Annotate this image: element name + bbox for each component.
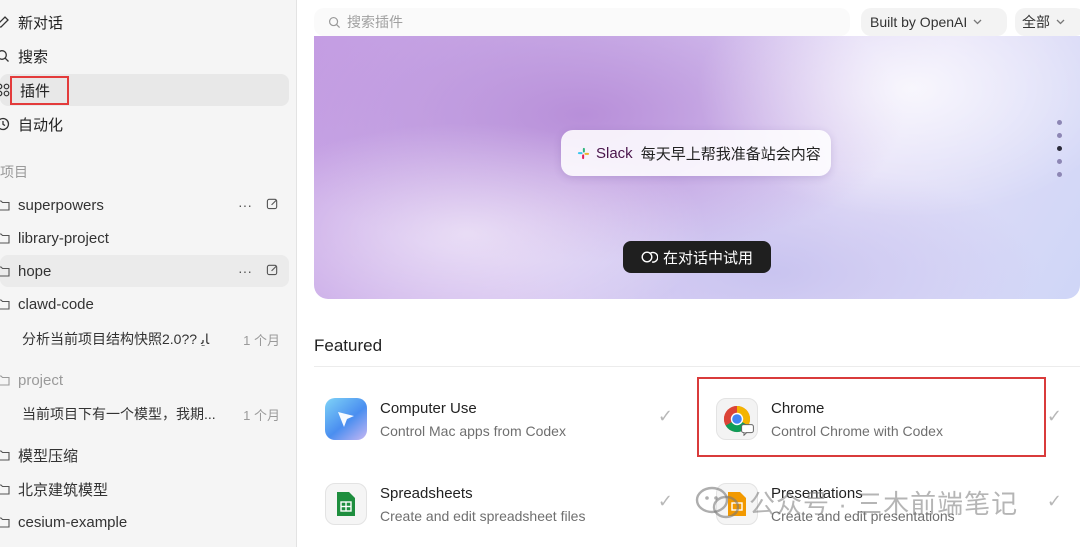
project-label: clawd-code (18, 295, 94, 313)
try-in-chat-button[interactable]: 在对话中试用 (623, 241, 771, 273)
project-actions: ··· (238, 197, 279, 213)
example-prompt-chip[interactable]: Slack 每天早上帮我准备站会内容 (561, 130, 831, 176)
search-placeholder: 搜索插件 (347, 14, 403, 30)
project-beijing-building[interactable]: 北京建筑模型 (0, 473, 289, 505)
thread-time: 1 个月 (243, 332, 280, 348)
project-label: library-project (18, 229, 109, 247)
plugin-search-input[interactable]: 搜索插件 (314, 8, 850, 36)
plugin-info: Computer Use Control Mac apps from Codex (380, 400, 566, 439)
annotation-highlight-box (697, 377, 1046, 457)
builder-filter-dropdown[interactable]: Built by OpenAI (861, 8, 1007, 36)
nav-new-chat[interactable]: 新对话 (0, 6, 289, 38)
project-hope[interactable]: hope ··· (0, 255, 289, 287)
carousel-dot[interactable] (1057, 172, 1062, 177)
carousel-dot[interactable] (1057, 120, 1062, 125)
project-label: 模型压缩 (18, 447, 79, 465)
carousel-dot[interactable] (1057, 133, 1062, 138)
project-actions: ··· (238, 263, 279, 279)
folder-icon (0, 374, 10, 386)
builder-filter-label: Built by OpenAI (870, 14, 968, 30)
slack-label: Slack (596, 144, 633, 162)
plugin-description: Create and edit spreadsheet files (380, 507, 586, 524)
chevron-down-icon (973, 19, 982, 25)
carousel-pagination (1057, 120, 1062, 177)
category-filter-label: 全部 (1022, 14, 1050, 30)
installed-check-icon: ✓ (657, 406, 673, 426)
installed-check-icon: ✓ (657, 491, 673, 511)
plugin-info: Spreadsheets Create and edit spreadsheet… (380, 485, 585, 524)
nav-label: 插件 (9, 75, 70, 105)
nav-label: 自动化 (18, 116, 64, 134)
carousel-dot-active[interactable] (1057, 146, 1062, 151)
folder-icon (0, 516, 10, 528)
nav-automation[interactable]: 自动化 (0, 108, 289, 140)
new-thread-icon[interactable] (266, 197, 279, 213)
hero-banner: Slack 每天早上帮我准备站会内容 在对话中试用 (314, 36, 1080, 299)
folder-icon (0, 199, 10, 211)
thread-title: 分析当前项目结构快照2.0?? ﺎﯾ (22, 331, 210, 347)
sidebar: 新对话 搜索 插件 自动化 项目 superpowers ··· library… (0, 0, 297, 547)
nav-label: 新对话 (18, 14, 64, 32)
folder-icon (0, 265, 10, 277)
chevron-down-icon (1056, 19, 1065, 25)
project-label: project (18, 371, 64, 389)
edit-icon (0, 15, 10, 29)
chat-bubbles-icon (641, 250, 658, 265)
featured-heading: Featured (314, 336, 383, 355)
project-project[interactable]: project (0, 364, 289, 396)
project-cesium-example[interactable]: cesium-example (0, 506, 289, 538)
carousel-dot[interactable] (1057, 159, 1062, 164)
nav-plugins[interactable]: 插件 (0, 74, 289, 106)
installed-check-icon: ✓ (1046, 491, 1062, 511)
more-icon[interactable]: ··· (238, 197, 252, 213)
project-label: hope (18, 262, 52, 280)
project-library-project[interactable]: library-project (0, 222, 289, 254)
plugin-description: Control Mac apps from Codex (380, 422, 566, 439)
new-thread-icon[interactable] (266, 263, 279, 279)
nav-search[interactable]: 搜索 (0, 40, 289, 72)
search-icon (328, 16, 341, 29)
installed-check-icon: ✓ (1046, 406, 1062, 426)
example-prompt-text: 每天早上帮我准备站会内容 (640, 145, 821, 163)
more-icon[interactable]: ··· (238, 263, 252, 279)
thread-item[interactable]: 当前项目下有一个模型，我期... 1 个月 (22, 400, 282, 428)
computer-use-icon (325, 398, 367, 440)
projects-section-label: 项目 (0, 164, 28, 180)
project-label: cesium-example (18, 513, 128, 531)
project-clawd-code[interactable]: clawd-code (0, 288, 289, 320)
plugin-name: Spreadsheets (380, 484, 473, 502)
project-label: superpowers (18, 196, 104, 214)
divider (314, 366, 1080, 367)
slack-icon (577, 147, 590, 160)
project-label: 北京建筑模型 (18, 481, 109, 499)
nav-label: 搜索 (18, 48, 49, 66)
watermark-text: 公众号 · 三木前端笔记 (749, 489, 1019, 519)
search-icon (0, 49, 10, 63)
wechat-icon (695, 486, 741, 520)
grid-icon (0, 83, 10, 97)
spreadsheet-icon (325, 483, 367, 525)
clock-icon (0, 117, 10, 131)
folder-icon (0, 449, 10, 461)
thread-title: 当前项目下有一个模型，我期... (22, 406, 216, 422)
folder-icon (0, 483, 10, 495)
thread-item[interactable]: 分析当前项目结构快照2.0?? ﺎﯾ 1 个月 (22, 325, 282, 353)
category-filter-dropdown[interactable]: 全部 (1015, 8, 1080, 36)
watermark: 公众号 · 三木前端笔记 (695, 484, 1018, 521)
plugin-card-computer-use[interactable]: Computer Use Control Mac apps from Codex… (325, 390, 675, 448)
plugin-card-spreadsheets[interactable]: Spreadsheets Create and edit spreadsheet… (325, 475, 675, 533)
folder-icon (0, 232, 10, 244)
try-in-chat-label: 在对话中试用 (662, 249, 753, 267)
folder-icon (0, 298, 10, 310)
project-superpowers[interactable]: superpowers ··· (0, 189, 289, 221)
plugin-name: Computer Use (380, 399, 477, 417)
thread-time: 1 个月 (243, 407, 280, 423)
project-model-compression[interactable]: 模型压缩 (0, 439, 289, 471)
